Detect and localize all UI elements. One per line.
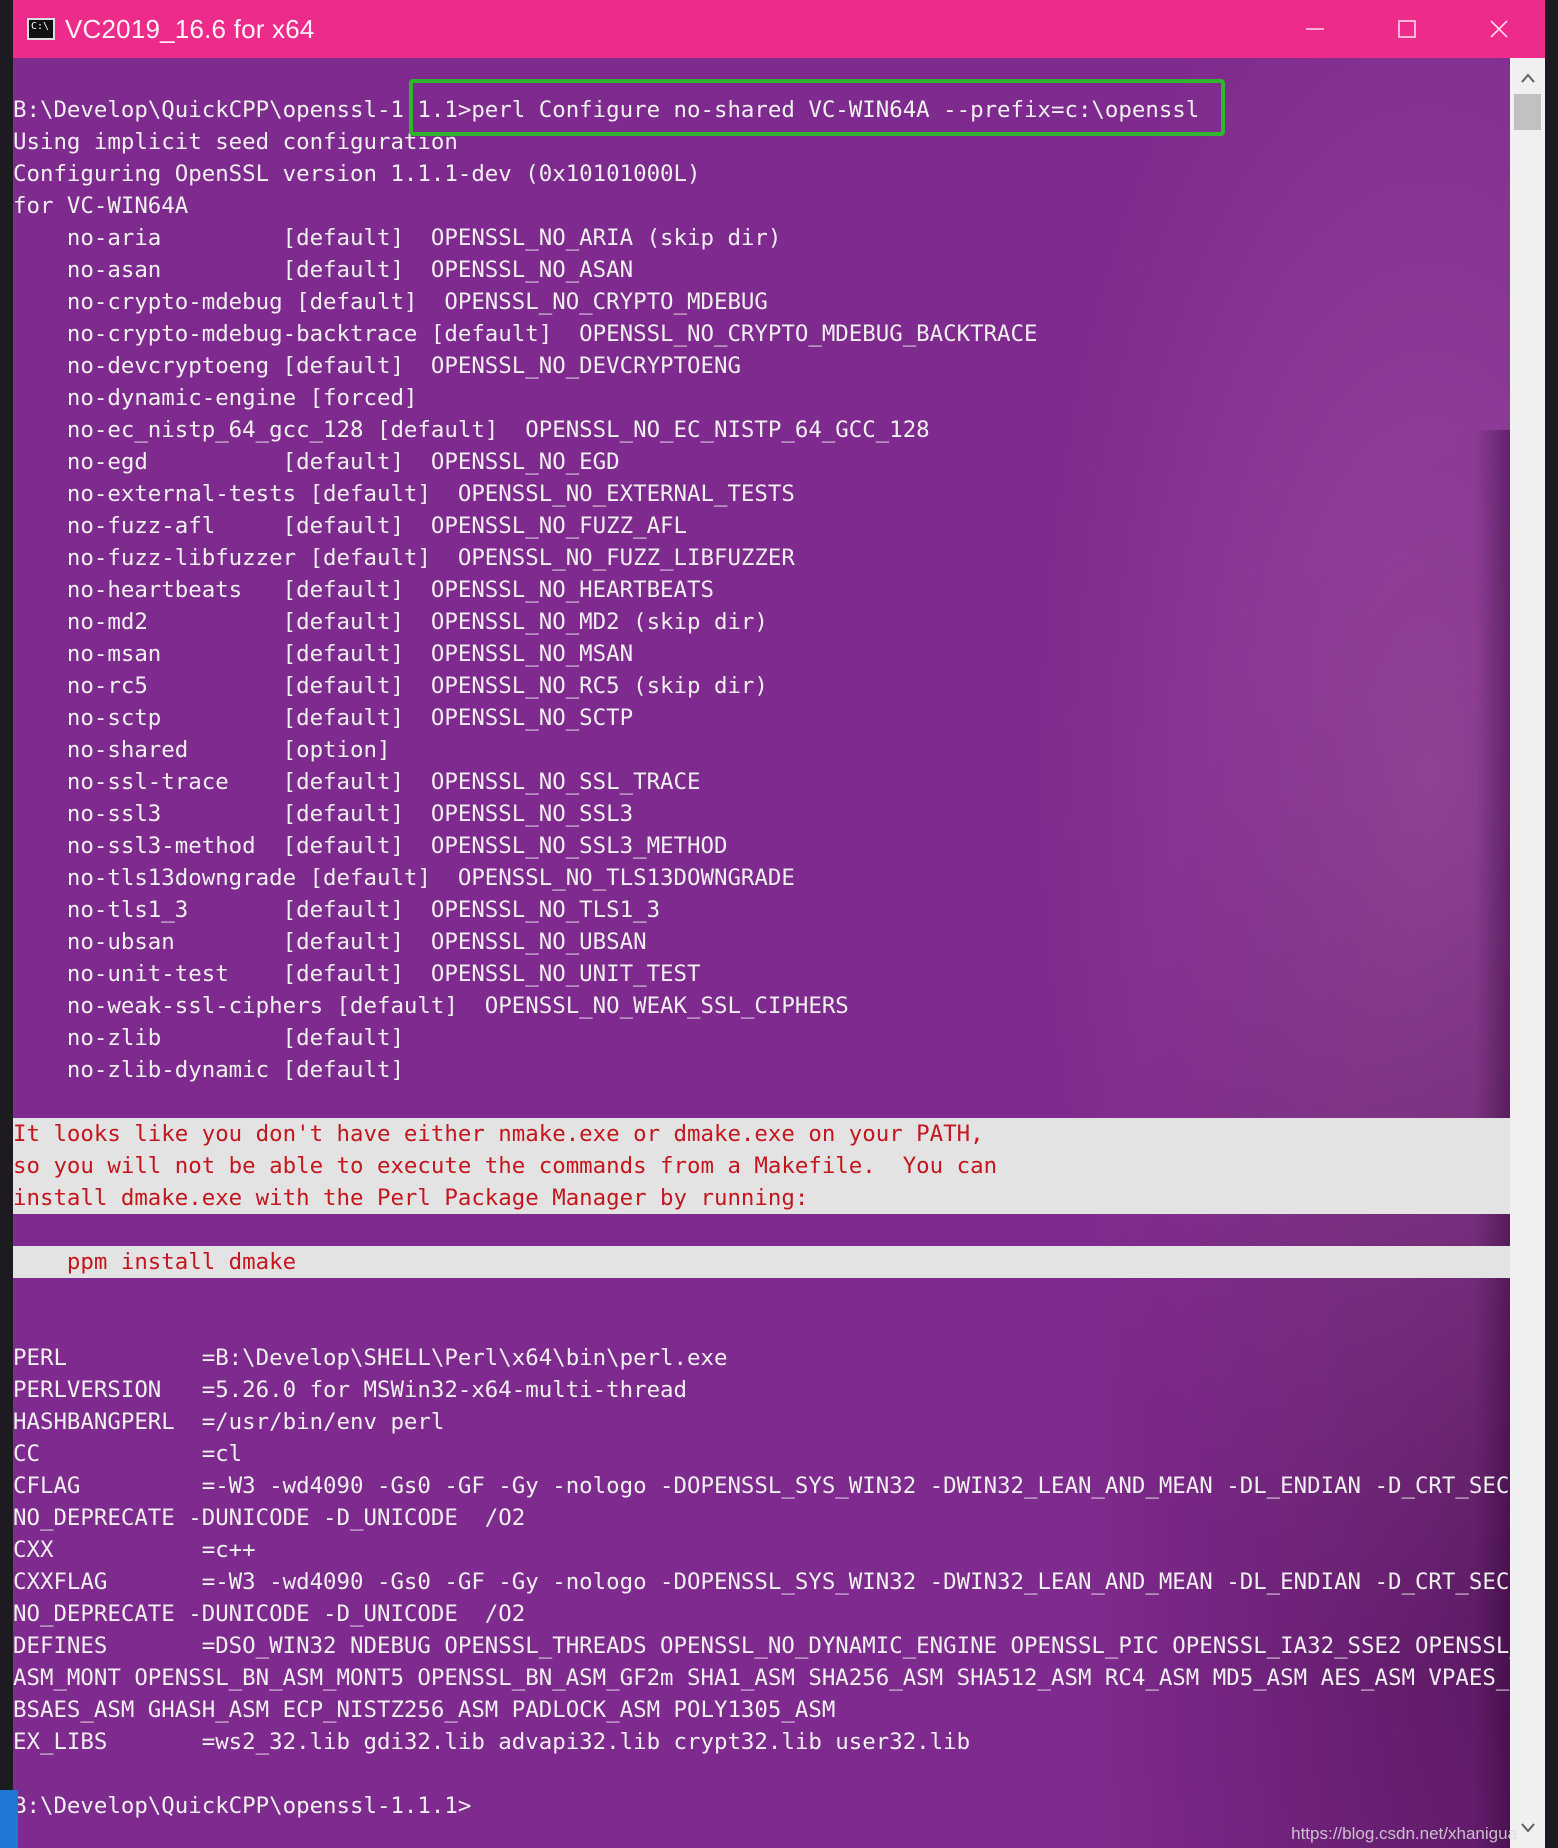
- console-line: no-heartbeats [default] OPENSSL_NO_HEART…: [13, 577, 714, 603]
- scroll-thumb[interactable]: [1514, 94, 1541, 130]
- console-line: ASM_MONT OPENSSL_BN_ASM_MONT5 OPENSSL_BN…: [13, 1665, 1545, 1691]
- console-line: B:\Develop\QuickCPP\openssl-1.1.1>: [13, 1793, 472, 1819]
- console-line: no-sctp [default] OPENSSL_NO_SCTP: [13, 705, 634, 731]
- console-line: CC =cl: [13, 1441, 243, 1467]
- vertical-scrollbar[interactable]: [1510, 58, 1545, 1848]
- console-line: EX_LIBS =ws2_32.lib gdi32.lib advapi32.l…: [13, 1729, 971, 1755]
- close-button[interactable]: [1453, 0, 1545, 58]
- console-line: no-zlib [default]: [13, 1025, 404, 1051]
- console-line: BSAES_ASM GHASH_ASM ECP_NISTZ256_ASM PAD…: [13, 1697, 836, 1723]
- console-line: HASHBANGPERL =/usr/bin/env perl: [13, 1409, 445, 1435]
- console-line: CXX =c++: [13, 1537, 256, 1563]
- warning-line: It looks like you don't have either nmak…: [13, 1118, 1510, 1150]
- console-line: no-weak-ssl-ciphers [default] OPENSSL_NO…: [13, 993, 849, 1019]
- console-line: no-unit-test [default] OPENSSL_NO_UNIT_T…: [13, 961, 701, 987]
- scroll-up-button[interactable]: [1510, 64, 1545, 92]
- close-icon: [1490, 20, 1508, 38]
- title-bar[interactable]: VC2019_16.6 for x64: [13, 0, 1545, 58]
- window-controls: [1269, 0, 1545, 58]
- console-line: no-tls13downgrade [default] OPENSSL_NO_T…: [13, 865, 795, 891]
- console-line: no-shared [option]: [13, 737, 391, 763]
- console-line: no-fuzz-libfuzzer [default] OPENSSL_NO_F…: [13, 545, 795, 571]
- console-line: B:\Develop\QuickCPP\openssl-1.1.1>perl C…: [13, 97, 1200, 123]
- console-line: no-msan [default] OPENSSL_NO_MSAN: [13, 641, 634, 667]
- console-line: no-ubsan [default] OPENSSL_NO_UBSAN: [13, 929, 647, 955]
- console-line: DEFINES =DSO_WIN32 NDEBUG OPENSSL_THREAD…: [13, 1633, 1545, 1659]
- console-line: no-md2 [default] OPENSSL_NO_MD2 (skip di…: [13, 609, 768, 635]
- maximize-button[interactable]: [1361, 0, 1453, 58]
- console-output[interactable]: B:\Develop\QuickCPP\openssl-1.1.1>perl C…: [13, 58, 1545, 1848]
- console-line: no-tls1_3 [default] OPENSSL_NO_TLS1_3: [13, 897, 661, 923]
- console-line: CFLAG =-W3 -wd4090 -Gs0 -GF -Gy -nologo …: [13, 1473, 1545, 1499]
- console-line: no-fuzz-afl [default] OPENSSL_NO_FUZZ_AF…: [13, 513, 688, 539]
- console-line: no-ssl-trace [default] OPENSSL_NO_SSL_TR…: [13, 769, 701, 795]
- console-line: for VC-WIN64A: [13, 193, 189, 219]
- console-line: no-external-tests [default] OPENSSL_NO_E…: [13, 481, 795, 507]
- console-line: no-crypto-mdebug [default] OPENSSL_NO_CR…: [13, 289, 768, 315]
- console-line: NO_DEPRECATE -DUNICODE -D_UNICODE /O2: [13, 1505, 526, 1531]
- console-line: no-crypto-mdebug-backtrace [default] OPE…: [13, 321, 1038, 347]
- console-line: CXXFLAG =-W3 -wd4090 -Gs0 -GF -Gy -nolog…: [13, 1569, 1545, 1595]
- cmd-icon: [27, 18, 55, 40]
- console-line: no-ssl3-method [default] OPENSSL_NO_SSL3…: [13, 833, 728, 859]
- console-line: Using implicit seed configuration: [13, 129, 458, 155]
- console-line: NO_DEPRECATE -DUNICODE -D_UNICODE /O2: [13, 1601, 526, 1627]
- console-line: no-aria [default] OPENSSL_NO_ARIA (skip …: [13, 225, 782, 251]
- console-line: no-rc5 [default] OPENSSL_NO_RC5 (skip di…: [13, 673, 768, 699]
- chevron-up-icon: [1520, 73, 1535, 83]
- watermark: https://blog.csdn.net/xhanigua: [1291, 1824, 1517, 1843]
- console-line: no-egd [default] OPENSSL_NO_EGD: [13, 449, 620, 475]
- maximize-icon: [1398, 20, 1416, 38]
- window-title: VC2019_16.6 for x64: [65, 13, 315, 44]
- console-line: no-ec_nistp_64_gcc_128 [default] OPENSSL…: [13, 417, 930, 443]
- console-line: no-dynamic-engine [forced]: [13, 385, 418, 411]
- minimize-icon: [1306, 28, 1324, 30]
- minimize-button[interactable]: [1269, 0, 1361, 58]
- chevron-down-icon: [1520, 1823, 1535, 1833]
- console-line: PERL =B:\Develop\SHELL\Perl\x64\bin\perl…: [13, 1345, 728, 1371]
- console-line: no-asan [default] OPENSSL_NO_ASAN: [13, 257, 634, 283]
- warning-line: install dmake.exe with the Perl Package …: [13, 1182, 1510, 1214]
- warning-line: ppm install dmake: [13, 1246, 1510, 1278]
- warning-line: so you will not be able to execute the c…: [13, 1150, 1510, 1182]
- console-window: VC2019_16.6 for x64 B:\Develop\QuickCPP\…: [13, 0, 1545, 1848]
- console-line: Configuring OpenSSL version 1.1.1-dev (0…: [13, 161, 701, 187]
- console-line: no-zlib-dynamic [default]: [13, 1057, 404, 1083]
- taskbar-edge: [0, 1790, 18, 1848]
- console-line: PERLVERSION =5.26.0 for MSWin32-x64-mult…: [13, 1377, 688, 1403]
- console-line: no-ssl3 [default] OPENSSL_NO_SSL3: [13, 801, 634, 827]
- console-line: no-devcryptoeng [default] OPENSSL_NO_DEV…: [13, 353, 741, 379]
